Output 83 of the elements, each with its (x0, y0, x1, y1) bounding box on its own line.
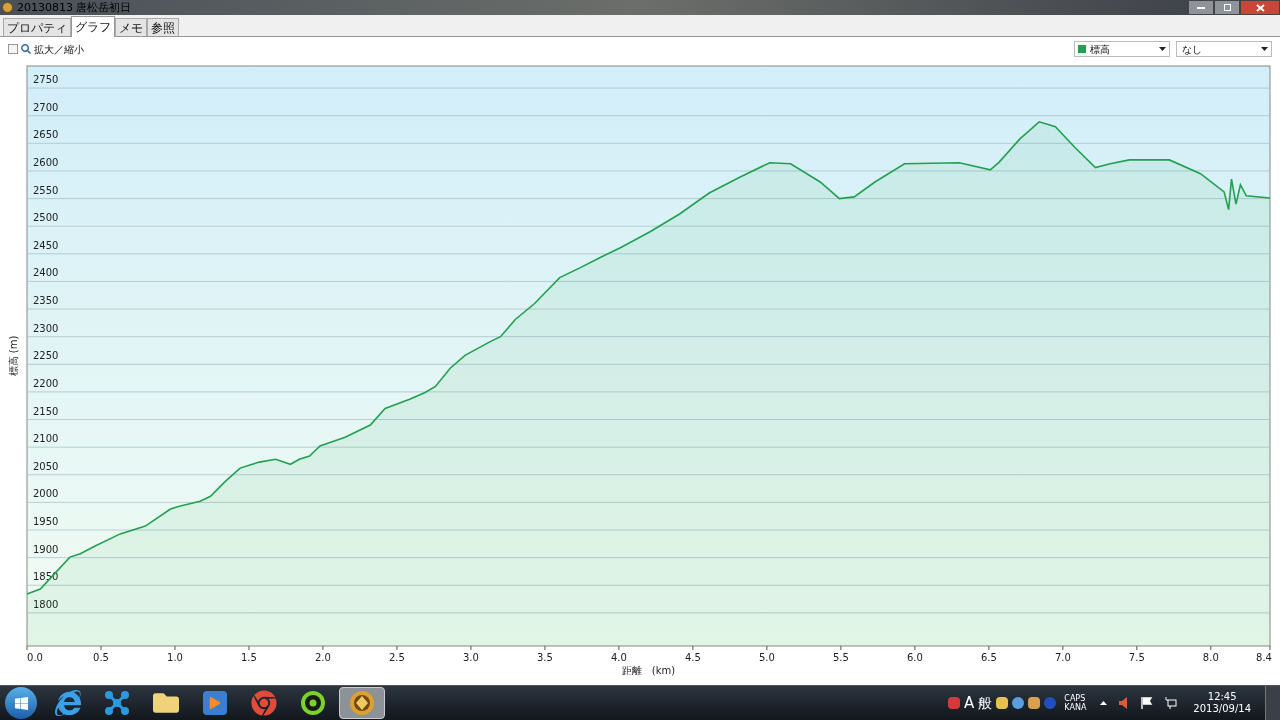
caps-indicator: CAPS (1064, 694, 1087, 703)
tray-app-icon (1028, 697, 1041, 709)
tray-app-icon (948, 697, 961, 709)
windows-logo-icon (13, 695, 29, 711)
x-tick-label: 1.0 (167, 652, 183, 663)
ime-mode[interactable]: A (964, 695, 975, 711)
y-tick-label: 2350 (33, 295, 59, 307)
tray-app-icon (1012, 697, 1025, 709)
tab[interactable]: メモ (115, 18, 147, 36)
tab[interactable]: グラフ (71, 16, 115, 37)
search-icon (21, 44, 31, 54)
app-icon (2, 2, 13, 13)
y-tick-label: 2000 (33, 488, 59, 500)
close-icon (1255, 3, 1265, 12)
taskbar-app-button[interactable] (339, 687, 385, 719)
y-tick-label: 2250 (33, 350, 59, 362)
flag-icon[interactable] (1141, 697, 1154, 709)
y-tick-label: 2150 (33, 405, 59, 417)
speaker-icon[interactable] (1119, 697, 1130, 709)
x-tick-label: 6.5 (980, 652, 997, 663)
x-tick-label: 2.5 (389, 652, 405, 663)
x-tick-label: 6.0 (906, 652, 923, 663)
clock-time: 12:45 (1207, 690, 1237, 703)
x-tick-label: 4.5 (684, 652, 701, 663)
network-status-icon[interactable] (1165, 697, 1178, 709)
x-tick-label: 5.0 (758, 652, 775, 663)
y-tick-label: 2650 (33, 129, 59, 141)
y-tick-label: 2700 (33, 101, 59, 113)
network-icon (104, 691, 130, 715)
x-tick-label: 7.0 (1054, 652, 1071, 663)
window-title: 20130813 唐松岳初日 (17, 2, 132, 13)
x-tick-label: 3.0 (463, 652, 479, 663)
media-player-icon (203, 691, 227, 715)
y-tick-label: 2550 (33, 184, 59, 196)
tray-app-icon (996, 697, 1009, 709)
y-tick-label: 2200 (33, 377, 59, 389)
y-tick-label: 1950 (33, 516, 59, 527)
folder-icon (153, 690, 179, 716)
series-value: 標高 (1090, 42, 1110, 57)
tab[interactable]: プロパティ (3, 18, 71, 36)
series-dropdown[interactable]: 標高 (1074, 41, 1170, 57)
chrome-icon (251, 690, 277, 716)
close-button[interactable] (1240, 0, 1280, 15)
secondary-dropdown[interactable]: なし (1176, 41, 1272, 57)
y-tick-label: 2100 (33, 433, 59, 445)
x-tick-label: 0.0 (27, 652, 43, 663)
x-axis-label: 距離 (km) (621, 665, 676, 676)
y-tick-label: 2050 (33, 460, 59, 472)
x-tick-label: 7.5 (1128, 652, 1145, 663)
compass-icon (349, 690, 375, 716)
zoom-label: 拡大／縮小 (34, 42, 84, 57)
minimize-button[interactable] (1188, 0, 1214, 15)
y-tick-label: 1800 (33, 598, 59, 610)
y-tick-label: 2300 (33, 322, 59, 334)
gear-icon (300, 690, 326, 716)
y-tick-label: 1900 (33, 543, 59, 555)
clock[interactable]: 12:45 2013/09/14 (1193, 690, 1251, 716)
secondary-value: なし (1182, 42, 1202, 57)
tab[interactable]: 参照 (147, 18, 179, 36)
zoom-checkbox[interactable] (8, 44, 18, 54)
caret-icon (1159, 47, 1166, 51)
caret-icon (1261, 47, 1268, 51)
x-tick-label: 1.5 (241, 652, 257, 663)
x-tick-label: 0.5 (93, 652, 109, 663)
ime-input-mode[interactable]: 般 (978, 696, 993, 710)
y-tick-label: 2600 (33, 156, 59, 168)
show-hidden-icon[interactable] (1100, 701, 1108, 705)
x-tick-label: 4.0 (610, 652, 627, 663)
x-tick-label: 8.0 (1202, 652, 1219, 663)
x-tick-label: 8.4 (1256, 652, 1272, 663)
y-tick-label: 2450 (33, 239, 59, 251)
y-tick-label: 2750 (33, 74, 59, 86)
y-axis-label: 標高 (m) (8, 335, 19, 377)
restore-button[interactable] (1214, 0, 1240, 15)
kana-indicator: KANA (1064, 703, 1087, 712)
x-tick-label: 2.0 (315, 652, 331, 663)
x-tick-label: 3.5 (536, 652, 553, 663)
y-tick-label: 2400 (33, 267, 59, 279)
clock-date: 2013/09/14 (1193, 703, 1251, 716)
y-tick-label: 2500 (33, 212, 59, 224)
start-button[interactable] (5, 687, 37, 719)
browser-icon (55, 690, 81, 716)
x-tick-label: 5.5 (832, 652, 849, 663)
